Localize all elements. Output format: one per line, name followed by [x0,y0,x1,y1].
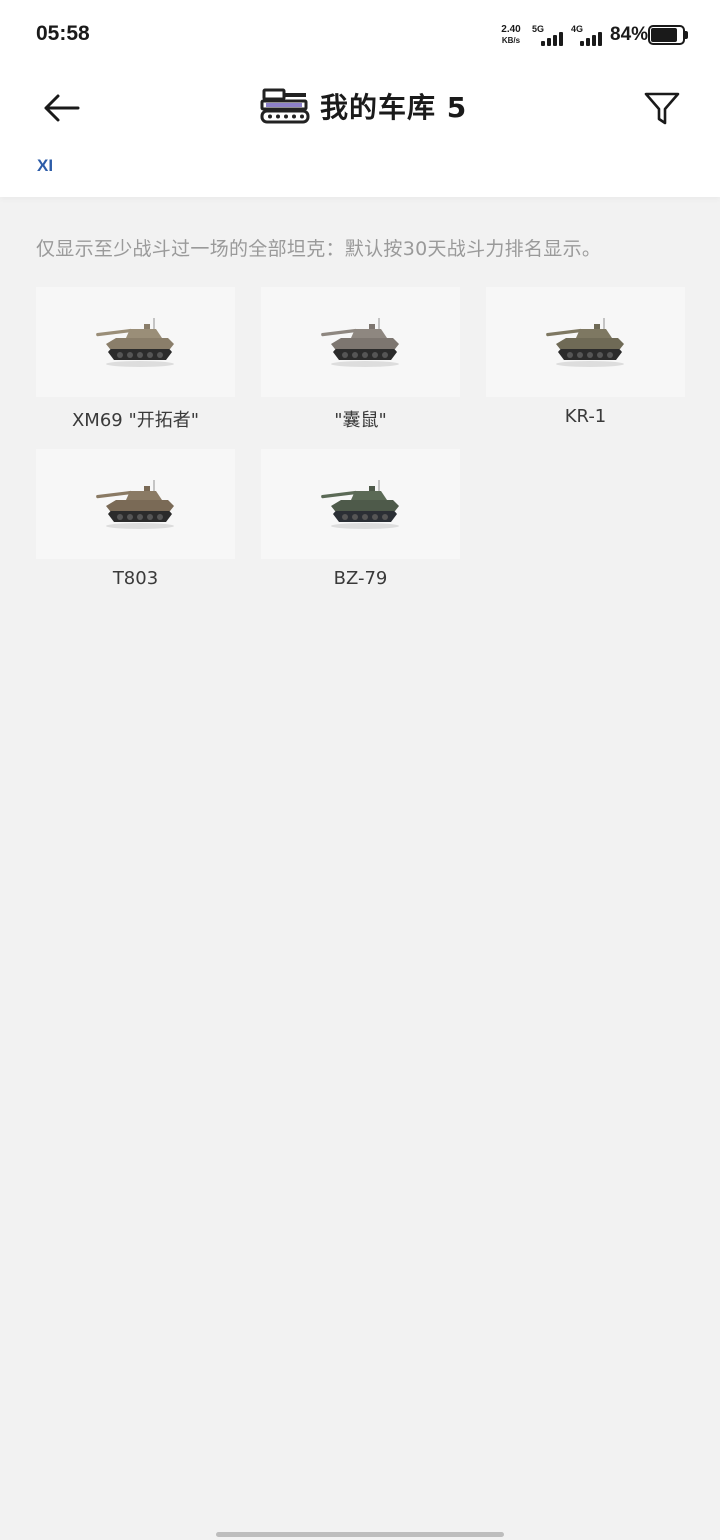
tank-icon [95,318,174,367]
tank-icon [545,318,624,367]
battery-fill [651,28,677,42]
tank-thumbnail [36,449,235,559]
tank-name: "囊鼠" [334,410,387,431]
tank-card[interactable]: T803 [36,449,235,595]
signal-4g-label: 4G [571,24,584,34]
status-time: 05:58 [36,22,90,45]
network-speed-value: 2.40 [501,24,521,35]
back-button[interactable] [38,86,84,130]
battery-tip [685,31,688,39]
tank-grid: XM69 "开拓者" "囊鼠" KR-1 T803 BZ-79 [36,287,685,595]
tank-card[interactable]: "囊鼠" [261,287,460,433]
arrow-left-icon [44,94,80,122]
page-title: 我的车库 5 [320,91,468,124]
info-notice: 仅显示至少战斗过一场的全部坦克：默认按30天战斗力排名显示。 [36,238,602,260]
tank-name: KR-1 [564,406,607,427]
network-speed: 2.40 KB/s [498,24,524,46]
filter-button[interactable] [640,86,684,130]
network-speed-unit: KB/s [501,36,521,45]
signal-4g-icon: 4G [571,24,605,46]
tab-tier-xi[interactable]: XI [37,156,53,176]
home-indicator[interactable] [216,1532,504,1537]
battery-icon [648,25,685,45]
tank-card[interactable]: XM69 "开拓者" [36,287,235,433]
tank-name: XM69 "开拓者" [71,410,200,431]
tank-thumbnail [261,449,460,559]
tank-name: T803 [112,568,159,589]
tank-garage-icon [260,88,310,124]
tank-thumbnail [486,287,685,397]
tank-icon [320,480,399,529]
tank-thumbnail [261,287,460,397]
tank-icon [320,318,399,367]
tank-name: BZ-79 [333,568,388,589]
tank-card[interactable]: KR-1 [486,287,685,433]
app-header: 05:58 2.40 KB/s 5G 4G 84% 我的车库 5 XI [0,0,720,197]
tank-icon [95,480,174,529]
signal-5g-icon: 5G [532,24,566,46]
tank-thumbnail [36,287,235,397]
page-title-wrap: 我的车库 5 [260,84,467,128]
tank-card[interactable]: BZ-79 [261,449,460,595]
battery-percent: 84% [610,24,649,45]
filter-icon [644,92,680,125]
status-bar: 05:58 2.40 KB/s 5G 4G 84% [0,0,720,70]
signal-5g-label: 5G [532,24,545,34]
